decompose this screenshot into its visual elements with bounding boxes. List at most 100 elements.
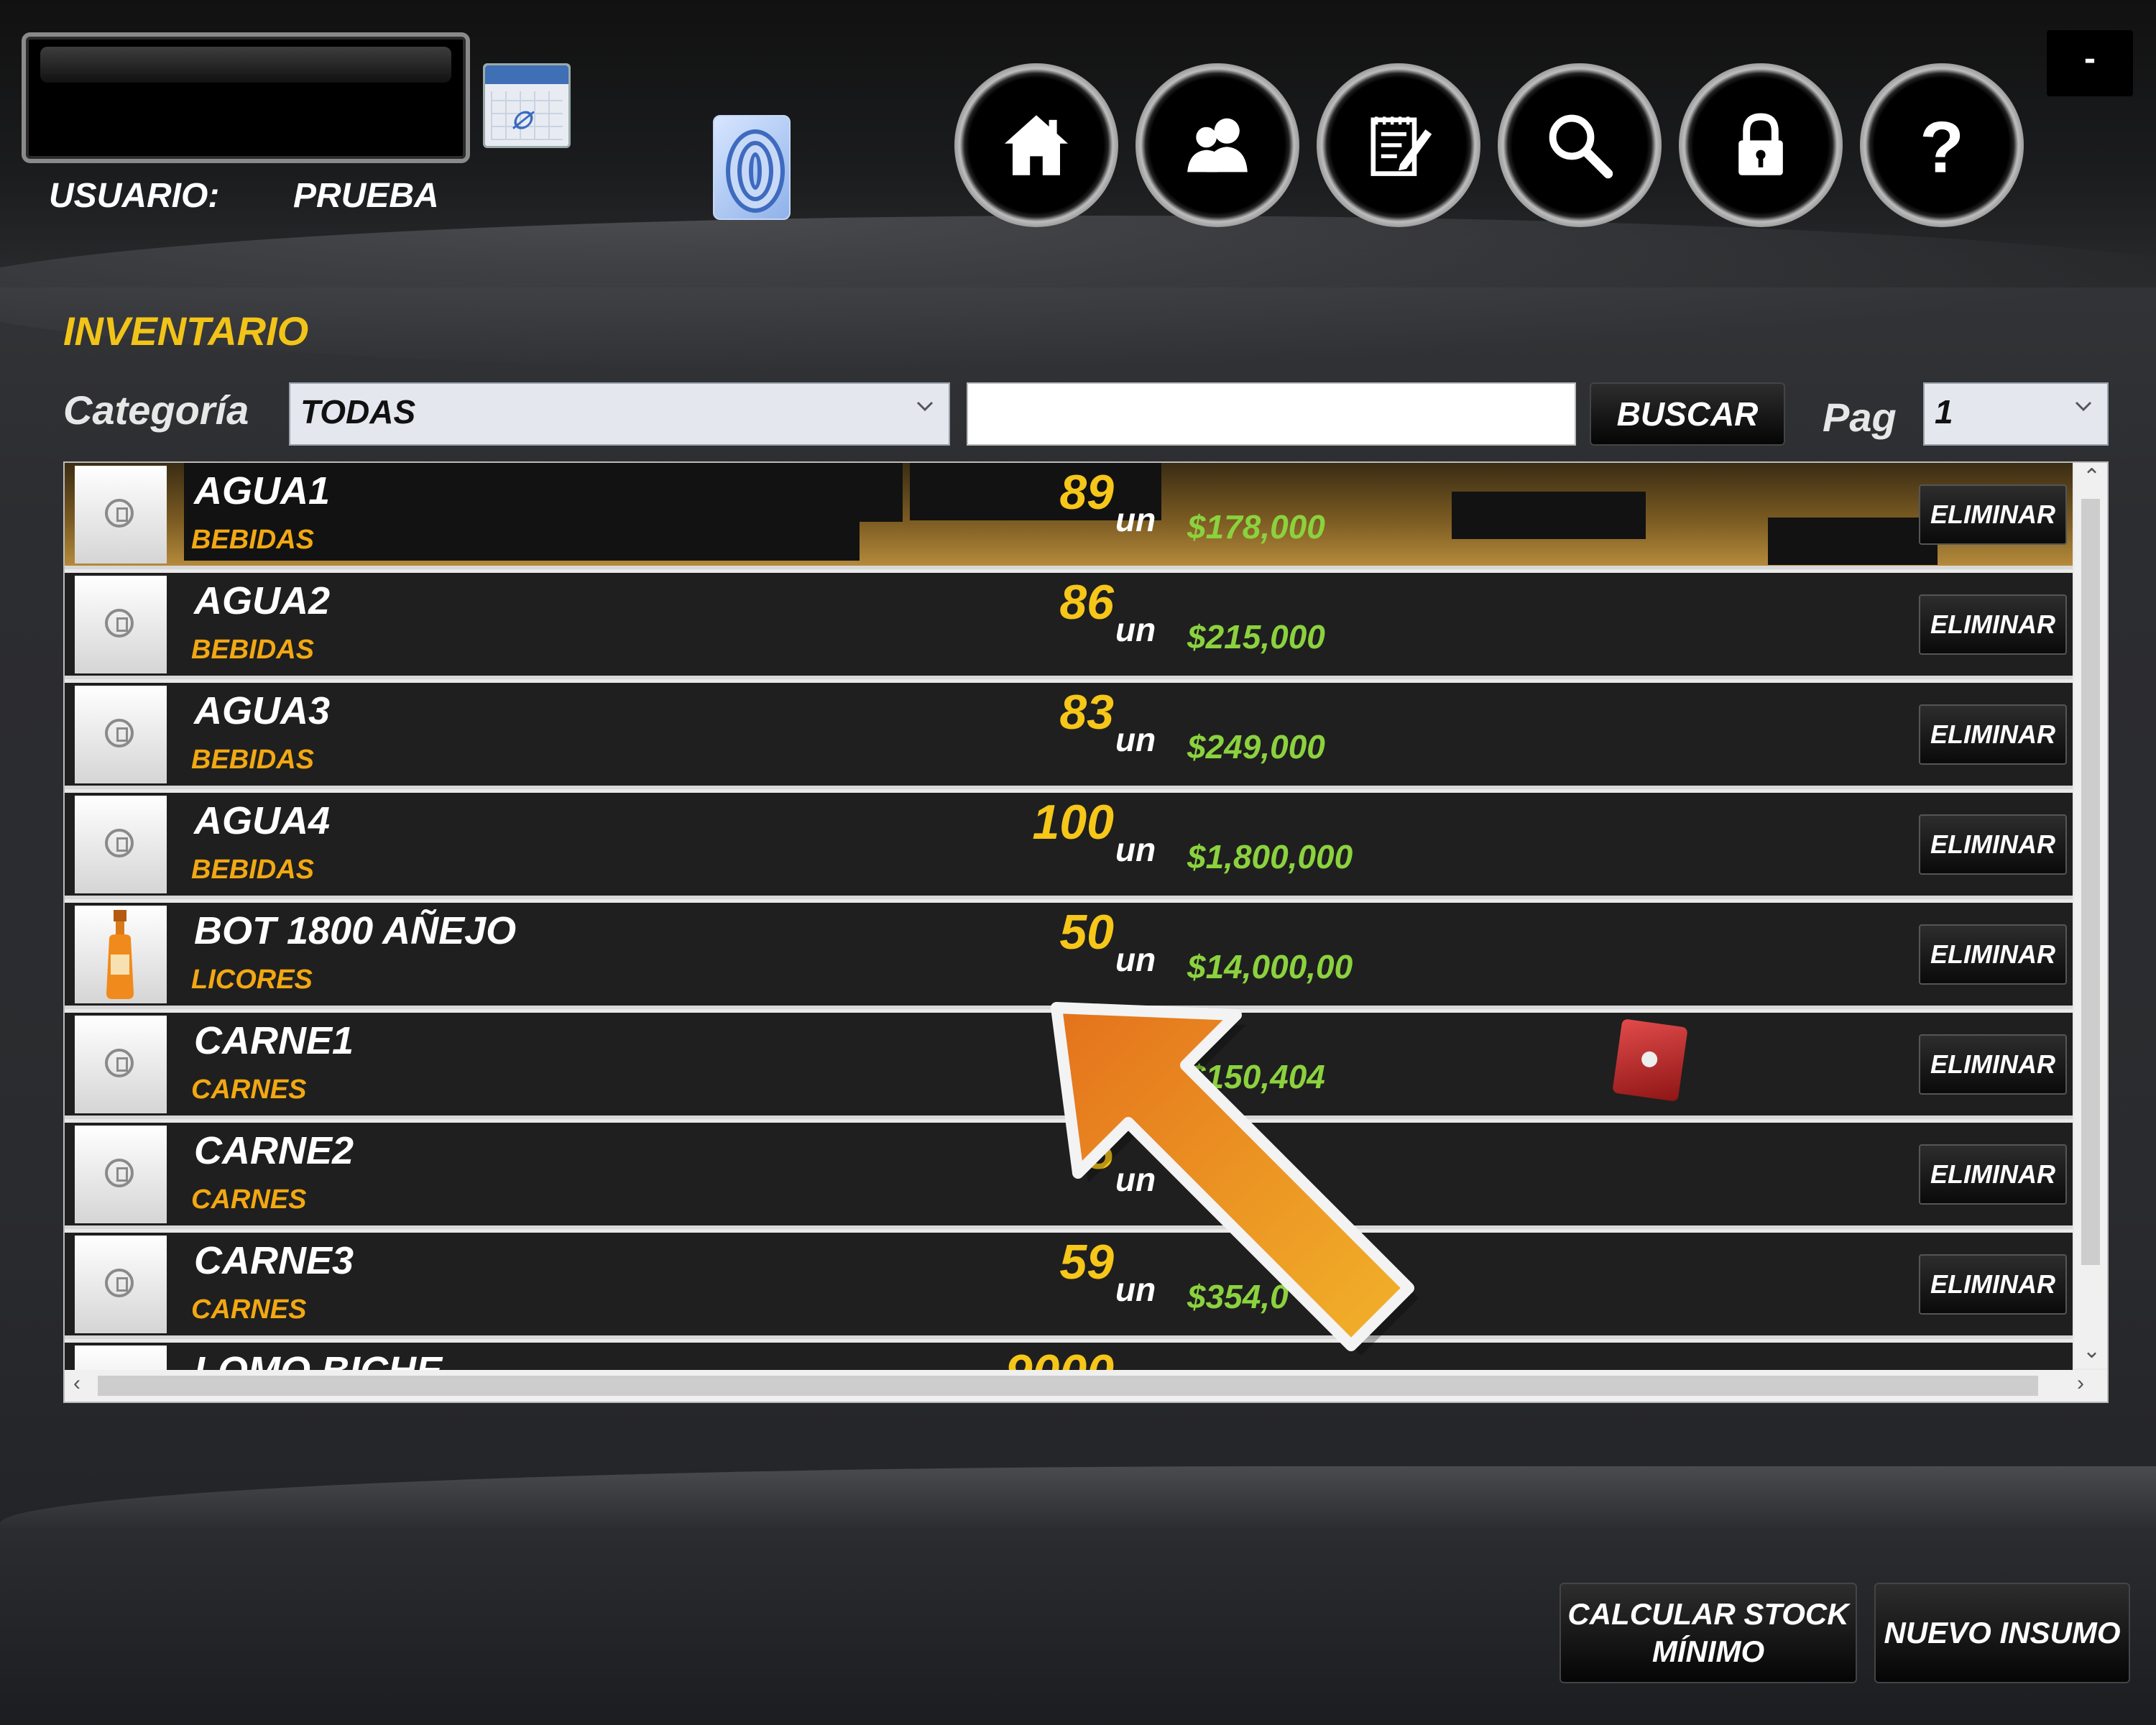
product-unit: un (1115, 721, 1156, 758)
image-placeholder-icon (105, 1159, 134, 1187)
app-window: ⌀ USUARIO: PRUEBA ? - INVENTARIO Categor… (0, 0, 2156, 1725)
search-input[interactable] (967, 382, 1576, 446)
scrollbar-thumb[interactable] (2081, 499, 2100, 1265)
search-submit-button[interactable]: BUSCAR (1590, 382, 1785, 446)
row-shade (1452, 492, 1646, 539)
product-quantity: 50 (1059, 905, 1114, 960)
bottle-image (106, 910, 134, 999)
scroll-left-icon[interactable]: ‹ (73, 1371, 80, 1396)
delete-button[interactable]: ELIMINAR (1919, 704, 2067, 765)
category-select-value: TODAS (300, 393, 416, 431)
image-placeholder-icon (105, 609, 134, 638)
page-select-value: 1 (1935, 393, 1953, 431)
chevron-down-icon (2075, 401, 2092, 412)
product-name: CARNE1 (194, 1019, 354, 1062)
display-box (22, 32, 470, 163)
category-select[interactable]: TODAS (289, 382, 950, 446)
product-category: CARNES (191, 1075, 307, 1105)
user-label: USUARIO: (49, 177, 220, 215)
product-thumbnail (75, 686, 167, 783)
scroll-down-icon[interactable]: ⌄ (2083, 1338, 2101, 1363)
product-thumbnail (75, 466, 167, 564)
minimize-button[interactable]: - (2047, 30, 2133, 96)
calendar-icon[interactable]: ⌀ (483, 63, 571, 148)
help-button[interactable]: ? (1860, 63, 2024, 227)
product-quantity: 86 (1059, 575, 1114, 630)
chevron-down-icon (916, 401, 934, 412)
list-item[interactable]: AGUA4 BEBIDAS 100 un $1,800,000 ELIMINAR (65, 793, 2073, 899)
product-category: BEBIDAS (191, 525, 315, 555)
product-price: $178,000 (1187, 508, 1325, 546)
list-item[interactable]: AGUA3 BEBIDAS 83 un $249,000 ELIMINAR (65, 683, 2073, 789)
product-price: $1,800,000 (1187, 838, 1353, 875)
delete-button[interactable]: ELIMINAR (1919, 814, 2067, 875)
calendar-mark: ⌀ (511, 98, 532, 137)
notes-button[interactable] (1317, 63, 1480, 227)
horizontal-scrollbar[interactable]: ‹ › (65, 1370, 2107, 1402)
search-icon (1549, 114, 1613, 179)
image-placeholder-icon (105, 719, 134, 748)
product-thumbnail (75, 576, 167, 673)
scrollbar-thumb[interactable] (98, 1376, 2038, 1396)
product-thumbnail (75, 906, 167, 1003)
product-category: CARNES (191, 1184, 307, 1215)
calendar-rings (485, 65, 568, 84)
delete-button[interactable]: ELIMINAR (1919, 594, 2067, 655)
product-name: BOT 1800 AÑEJO (194, 909, 517, 952)
image-placeholder-icon (105, 499, 134, 528)
image-placeholder-icon (105, 1269, 134, 1297)
product-category: BEBIDAS (191, 855, 315, 885)
delete-button[interactable]: ELIMINAR (1919, 1144, 2067, 1205)
delete-button[interactable]: ELIMINAR (1919, 1254, 2067, 1315)
notepad-edit-icon (1370, 116, 1432, 176)
pointer-arrow-icon (1051, 1002, 1419, 1356)
page-label: Pag (1823, 395, 1897, 440)
scroll-right-icon[interactable]: › (2077, 1371, 2084, 1396)
product-name: CARNE2 (194, 1129, 354, 1172)
product-name: AGUA4 (194, 799, 331, 842)
product-name: AGUA1 (194, 469, 331, 512)
product-thumbnail (75, 1016, 167, 1113)
image-placeholder-icon (105, 1049, 134, 1077)
lock-button[interactable] (1679, 63, 1843, 227)
delete-button[interactable]: ELIMINAR (1919, 1034, 2067, 1095)
home-button[interactable] (954, 63, 1118, 227)
product-category: LICORES (191, 965, 313, 995)
product-unit: un (1115, 501, 1156, 538)
product-unit: un (1115, 941, 1156, 978)
product-quantity: 100 (1032, 795, 1114, 850)
row-shade (1768, 518, 1938, 565)
delete-button[interactable]: ELIMINAR (1919, 924, 2067, 985)
vertical-scrollbar[interactable]: ⌃ ⌄ (2074, 463, 2107, 1368)
new-supply-button[interactable]: NUEVO INSUMO (1874, 1583, 2130, 1683)
product-quantity: 89 (1059, 465, 1114, 520)
delete-button[interactable]: ELIMINAR (1919, 484, 2067, 545)
user-name: PRUEBA (293, 177, 439, 215)
product-thumbnail (75, 796, 167, 893)
product-quantity: 83 (1059, 685, 1114, 740)
product-unit: un (1115, 611, 1156, 648)
search-button[interactable] (1498, 63, 1662, 227)
product-thumbnail (75, 1236, 167, 1333)
calculate-min-stock-button[interactable]: CALCULAR STOCK MÍNIMO (1560, 1583, 1857, 1683)
fingerprint-icon[interactable] (713, 115, 791, 220)
list-item[interactable]: AGUA1 BEBIDAS 89 un $178,000 ELIMINAR (65, 463, 2073, 569)
users-icon (1187, 118, 1248, 172)
home-icon (1005, 115, 1068, 175)
page-select[interactable]: 1 (1923, 382, 2109, 446)
product-price: $215,000 (1187, 618, 1325, 656)
product-category: BEBIDAS (191, 745, 315, 775)
help-icon: ? (1920, 106, 1964, 185)
svg-text:?: ? (1920, 106, 1964, 185)
product-price: $249,000 (1187, 728, 1325, 765)
product-name: AGUA2 (194, 579, 331, 622)
list-item[interactable]: AGUA2 BEBIDAS 86 un $215,000 ELIMINAR (65, 573, 2073, 679)
product-category: BEBIDAS (191, 635, 315, 665)
product-name: AGUA3 (194, 689, 331, 732)
product-name: CARNE3 (194, 1239, 354, 1282)
scroll-up-icon[interactable]: ⌃ (2083, 464, 2101, 489)
image-placeholder-icon (105, 829, 134, 857)
lock-icon (1738, 113, 1783, 175)
users-button[interactable] (1135, 63, 1299, 227)
recipe-book-icon[interactable] (1612, 1018, 1688, 1102)
